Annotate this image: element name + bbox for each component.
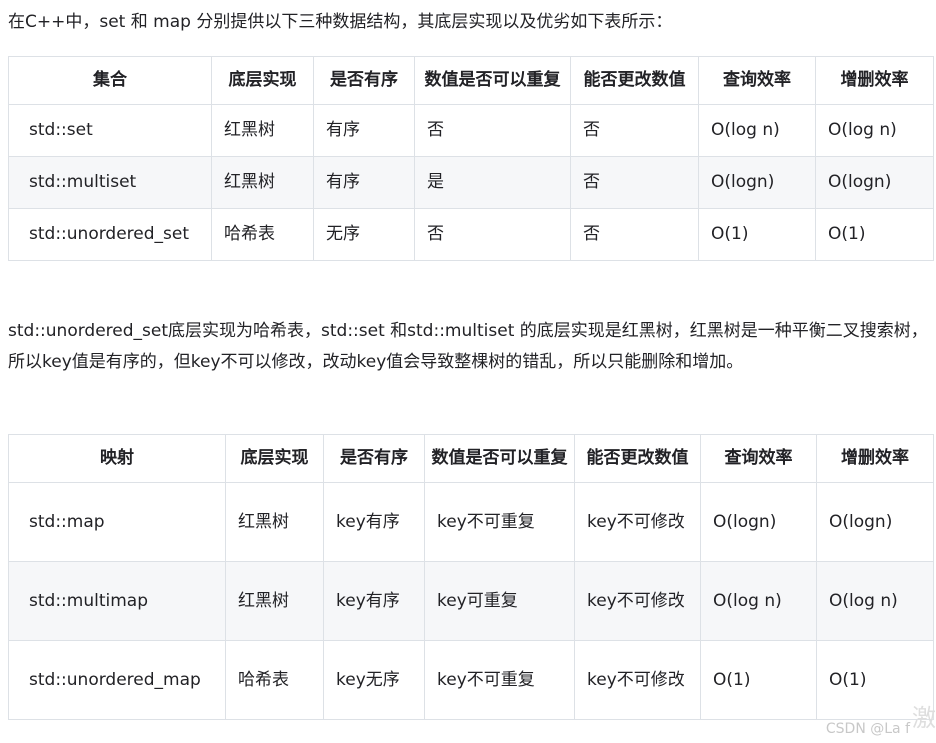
table-cell: O(log n): [816, 561, 934, 641]
table-cell: key不可修改: [574, 640, 701, 720]
table-cell: 是: [414, 156, 571, 209]
header-cell: 映射: [8, 434, 226, 483]
header-cell: 是否有序: [323, 434, 425, 483]
table-cell: O(logn): [698, 156, 816, 209]
header-cell: 增删效率: [816, 434, 934, 483]
intro-text: 在C++中，set 和 map 分别提供以下三种数据结构，其底层实现以及优劣如下…: [8, 12, 673, 32]
table-header-row: 集合 底层实现 是否有序 数值是否可以重复 能否更改数值 查询效率 增删效率: [8, 56, 934, 105]
table-cell: key不可修改: [574, 482, 701, 562]
table-cell: key不可重复: [424, 482, 575, 562]
table-row: std::map 红黑树 key有序 key不可重复 key不可修改 O(log…: [8, 482, 934, 562]
table-cell: O(1): [815, 208, 934, 261]
table-cell: 红黑树: [211, 156, 314, 209]
table-cell: key不可修改: [574, 561, 701, 641]
table-cell: O(1): [698, 208, 816, 261]
header-cell: 能否更改数值: [574, 434, 701, 483]
header-cell: 集合: [8, 56, 212, 105]
table-cell: O(log n): [700, 561, 817, 641]
table-cell: O(logn): [815, 156, 934, 209]
table-cell: 否: [414, 104, 571, 157]
header-cell: 是否有序: [313, 56, 415, 105]
table-cell: 哈希表: [225, 640, 324, 720]
table-cell: 有序: [313, 156, 415, 209]
table-cell: O(logn): [816, 482, 934, 562]
table-cell: 否: [414, 208, 571, 261]
table-cell: O(1): [700, 640, 817, 720]
table-row: std::set 红黑树 有序 否 否 O(log n) O(log n): [8, 104, 934, 157]
table-cell: key有序: [323, 482, 425, 562]
table-cell: key可重复: [424, 561, 575, 641]
table-cell: O(log n): [815, 104, 934, 157]
table-cell: 有序: [313, 104, 415, 157]
table-cell: std::map: [8, 482, 226, 562]
table-cell: 否: [570, 156, 699, 209]
corner-watermark-char: 激: [912, 704, 936, 732]
header-cell: 底层实现: [211, 56, 314, 105]
table-row: std::unordered_map 哈希表 key无序 key不可重复 key…: [8, 640, 934, 720]
csdn-watermark: CSDN @La f: [825, 721, 910, 737]
table-cell: std::unordered_set: [8, 208, 212, 261]
explanation-paragraph: std::unordered_set底层实现为哈希表，std::set 和std…: [8, 321, 928, 372]
table-cell: 否: [570, 208, 699, 261]
map-comparison-table: 映射 底层实现 是否有序 数值是否可以重复 能否更改数值 查询效率 增删效率 s…: [8, 434, 934, 720]
table-row: std::multiset 红黑树 有序 是 否 O(logn) O(logn): [8, 156, 934, 209]
table-cell: 红黑树: [211, 104, 314, 157]
table-cell: 无序: [313, 208, 415, 261]
table-cell: 否: [570, 104, 699, 157]
header-cell: 查询效率: [698, 56, 816, 105]
table-cell: std::set: [8, 104, 212, 157]
header-cell: 底层实现: [225, 434, 324, 483]
table-cell: O(logn): [700, 482, 817, 562]
table-row: std::unordered_set 哈希表 无序 否 否 O(1) O(1): [8, 208, 934, 261]
header-cell: 增删效率: [815, 56, 934, 105]
table-cell: 红黑树: [225, 482, 324, 562]
header-cell: 查询效率: [700, 434, 817, 483]
table-cell: std::multimap: [8, 561, 226, 641]
table-cell: key不可重复: [424, 640, 575, 720]
table-cell: std::unordered_map: [8, 640, 226, 720]
table-cell: 红黑树: [225, 561, 324, 641]
set-comparison-table: 集合 底层实现 是否有序 数值是否可以重复 能否更改数值 查询效率 增删效率 s…: [8, 56, 934, 261]
table-cell: key无序: [323, 640, 425, 720]
header-cell: 能否更改数值: [570, 56, 699, 105]
header-cell: 数值是否可以重复: [424, 434, 575, 483]
table-cell: 哈希表: [211, 208, 314, 261]
table-header-row: 映射 底层实现 是否有序 数值是否可以重复 能否更改数值 查询效率 增删效率: [8, 434, 934, 483]
table-cell: key有序: [323, 561, 425, 641]
table-row: std::multimap 红黑树 key有序 key可重复 key不可修改 O…: [8, 561, 934, 641]
header-cell: 数值是否可以重复: [414, 56, 571, 105]
table-cell: std::multiset: [8, 156, 212, 209]
table-cell: O(log n): [698, 104, 816, 157]
